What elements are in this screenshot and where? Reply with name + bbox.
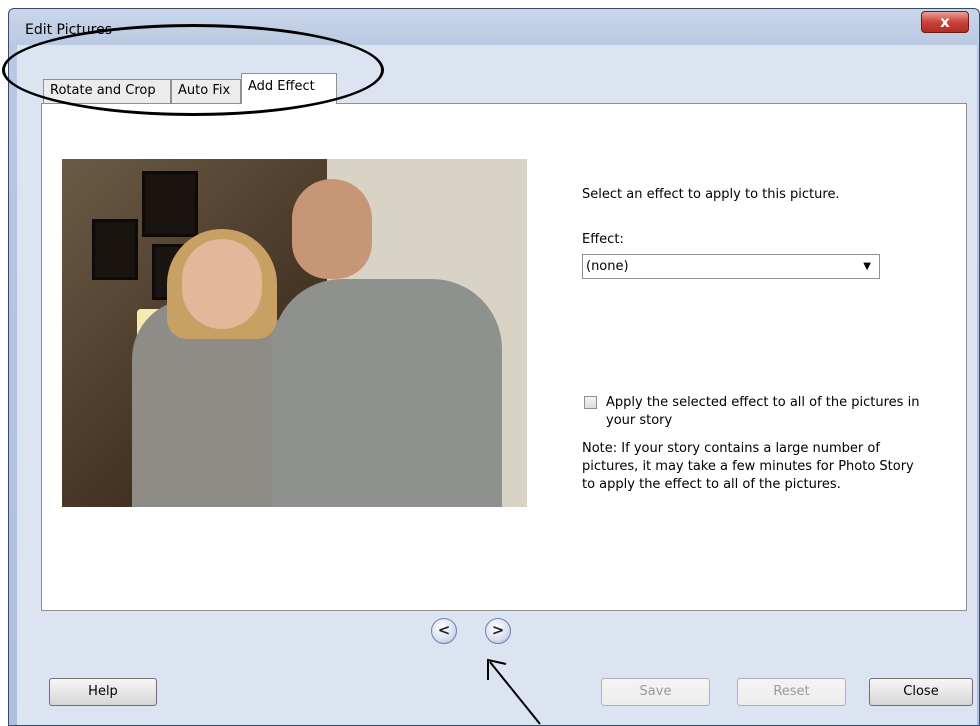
photo-face-right — [292, 179, 372, 279]
photo-face-left — [182, 239, 262, 329]
photo-frame — [92, 219, 138, 280]
photo-person-right — [272, 279, 502, 507]
help-button[interactable]: Help — [49, 678, 157, 706]
annotation-arrow-icon — [487, 658, 541, 725]
tab-rotate-and-crop[interactable]: Rotate and Crop — [43, 79, 171, 103]
effect-dropdown[interactable]: (none) ▼ — [582, 254, 880, 279]
effect-instruction: Select an effect to apply to this pictur… — [582, 187, 840, 202]
chevron-right-icon: > — [491, 621, 505, 639]
effect-note: Note: If your story contains a large num… — [582, 441, 914, 492]
apply-all-label[interactable]: Apply the selected effect to all of the … — [606, 394, 936, 430]
effect-label: Effect: — [582, 232, 624, 247]
window-title: Edit Pictures — [25, 22, 113, 38]
save-button[interactable]: Save — [601, 678, 710, 706]
dialog-client-area: Rotate and Crop Auto Fix Add Effect Sele… — [17, 45, 977, 725]
previous-picture-button[interactable]: < — [431, 618, 457, 644]
close-button[interactable]: Close — [869, 678, 973, 706]
edit-pictures-dialog: Edit Pictures x Rotate and Crop Auto Fix… — [8, 8, 980, 726]
reset-button[interactable]: Reset — [737, 678, 846, 706]
chevron-left-icon: < — [437, 621, 451, 639]
apply-all-checkbox[interactable] — [584, 396, 597, 409]
title-bar: Edit Pictures x — [9, 9, 979, 45]
tab-add-effect[interactable]: Add Effect — [241, 73, 337, 104]
dropdown-arrow-icon: ▼ — [863, 261, 871, 272]
effect-selected-value: (none) — [586, 259, 629, 274]
add-effect-panel: Select an effect to apply to this pictur… — [41, 103, 967, 611]
window-close-button[interactable]: x — [921, 11, 969, 33]
photo-frame — [142, 171, 198, 237]
picture-preview — [62, 159, 527, 507]
tab-auto-fix[interactable]: Auto Fix — [171, 79, 241, 103]
next-picture-button[interactable]: > — [485, 618, 511, 644]
